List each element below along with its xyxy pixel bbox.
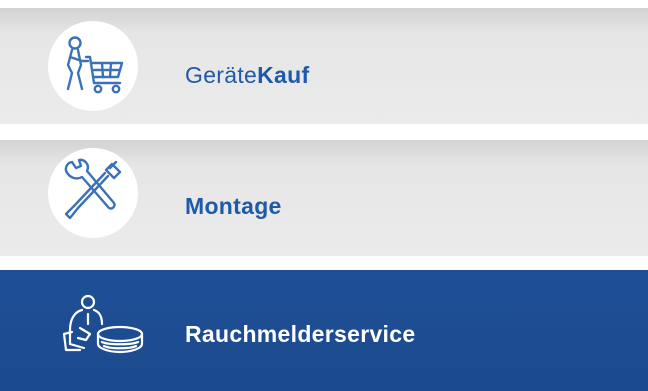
menu-item-geraetekauf[interactable]: GeräteKauf: [0, 8, 648, 124]
service-menu: GeräteKauf Montage Rauchmelderservice: [0, 0, 648, 391]
icon-badge: [48, 148, 138, 238]
label-light: Geräte: [185, 62, 258, 88]
menu-item-montage[interactable]: Montage: [0, 140, 648, 256]
shopping-cart-person-icon: [66, 36, 124, 94]
icon-badge: [48, 21, 138, 111]
tools-icon: [64, 158, 122, 220]
menu-item-label: GeräteKauf: [185, 62, 309, 89]
label-bold: Kauf: [257, 62, 310, 88]
person-smoke-detector-icon: [62, 294, 144, 354]
menu-item-rauchmelderservice[interactable]: Rauchmelderservice: [0, 270, 648, 391]
menu-item-label: Montage: [185, 193, 282, 219]
icon-badge: [50, 288, 146, 372]
menu-item-label: Rauchmelderservice: [185, 321, 416, 347]
